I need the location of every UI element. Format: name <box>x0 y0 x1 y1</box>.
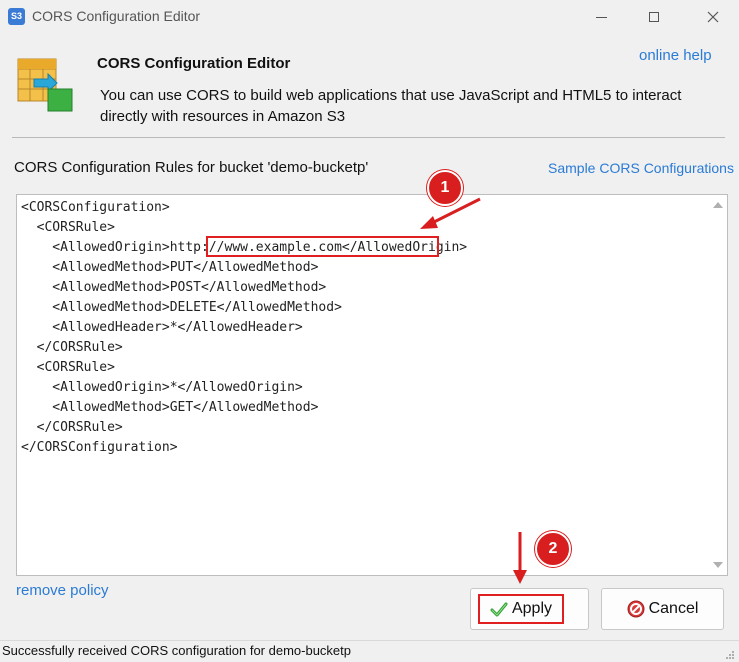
cancel-label: Cancel <box>648 600 699 617</box>
apply-highlight: Apply <box>478 594 564 624</box>
apply-label: Apply <box>511 600 553 617</box>
annotation-arrows <box>420 197 527 584</box>
status-bar: Successfully received CORS configuration… <box>0 640 739 662</box>
resize-grip-icon[interactable] <box>725 650 735 660</box>
remove-policy-link[interactable]: remove policy <box>16 582 109 599</box>
apply-button[interactable]: Apply <box>470 588 589 630</box>
status-message: Successfully received CORS configuration… <box>2 643 351 658</box>
checkmark-icon <box>490 602 508 617</box>
cancel-icon <box>627 600 645 618</box>
cancel-button[interactable]: Cancel <box>601 588 724 630</box>
step-1-badge: 1 <box>427 170 463 206</box>
step-2-badge: 2 <box>535 531 571 567</box>
